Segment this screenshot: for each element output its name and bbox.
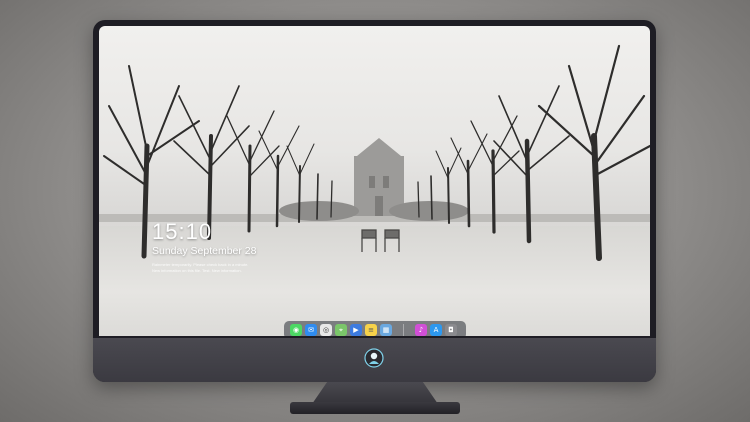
monitor: 15:10 Sunday September 28 Rainmeter temp… (93, 20, 656, 382)
maps-icon[interactable]: ⌖ (335, 324, 347, 336)
wallpaper-scene (99, 44, 650, 261)
notes-icon[interactable]: ≡ (365, 324, 377, 336)
mail-icon[interactable]: ✉ (305, 324, 317, 336)
messages-icon[interactable]: ◉ (290, 324, 302, 336)
video-icon[interactable]: ▶ (350, 324, 362, 336)
monitor-chin (93, 338, 656, 382)
brand-logo-icon (364, 348, 384, 368)
notice-line-2: New information on this file. Test. New … (152, 268, 242, 273)
itunes-icon[interactable]: ♪ (415, 324, 427, 336)
safari-icon[interactable]: ◎ (320, 324, 332, 336)
monitor-stand-neck (312, 382, 438, 404)
photos-icon[interactable]: ▦ (380, 324, 392, 336)
wallpaper-trees-left (103, 65, 333, 259)
dock: ◉ ✉ ◎ ⌖ ▶ ≡ ▦ ♪ A ◘ (284, 321, 466, 336)
camera-icon[interactable]: ◘ (445, 324, 457, 336)
monitor-stand-base (290, 402, 460, 414)
app-store-icon[interactable]: A (430, 324, 442, 336)
wallpaper-chairs (361, 229, 400, 252)
wallpaper-trees-right (417, 44, 650, 261)
lockscreen-time: 15:10 (152, 219, 213, 244)
dock-separator (403, 324, 404, 336)
wallpaper-building (354, 138, 404, 216)
desktop-screen: 15:10 Sunday September 28 Rainmeter temp… (99, 26, 650, 336)
lockscreen-date: Sunday September 28 (152, 245, 257, 257)
lockscreen-notice: Rainmeter temporarily. Please check back… (152, 262, 292, 274)
